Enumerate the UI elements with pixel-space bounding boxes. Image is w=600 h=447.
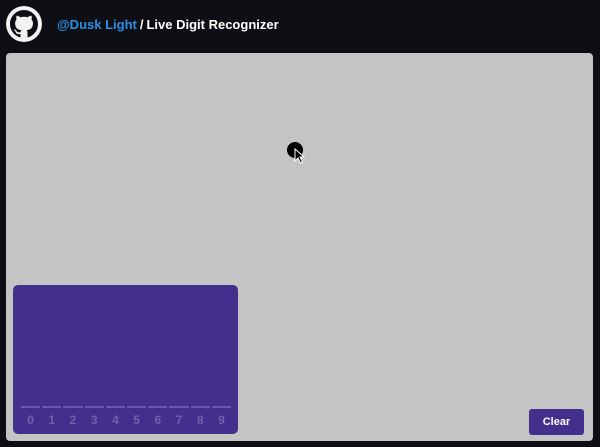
digit-label-2: 2 — [69, 413, 77, 427]
digit-label-6: 6 — [154, 413, 162, 427]
digit-label-4: 4 — [112, 413, 119, 427]
probability-bar-4 — [105, 406, 126, 408]
probability-bar-2 — [63, 406, 83, 408]
title-separator: / — [139, 17, 144, 32]
digit-label-9: 9 — [218, 413, 225, 427]
probability-bar-0 — [21, 406, 41, 408]
github-icon[interactable] — [6, 6, 42, 42]
probability-bars — [21, 406, 232, 408]
digit-label-8: 8 — [196, 413, 204, 427]
user-link[interactable]: @Dusk Light — [57, 17, 137, 32]
mouse-pointer-icon — [294, 148, 306, 164]
digit-label-5: 5 — [133, 413, 140, 427]
prediction-panel: 0 1 2 3 4 5 6 7 8 9 — [13, 285, 238, 434]
digit-label-3: 3 — [90, 413, 98, 427]
probability-bar-6 — [148, 406, 168, 408]
header-bar: @Dusk Light / Live Digit Recognizer — [0, 0, 600, 50]
probability-bar-8 — [190, 406, 210, 408]
drawing-canvas[interactable]: 0 1 2 3 4 5 6 7 8 9 Clear — [6, 53, 593, 441]
digit-label-7: 7 — [175, 413, 183, 427]
app-title: Live Digit Recognizer — [146, 17, 279, 32]
probability-bar-5 — [127, 406, 147, 408]
probability-bar-9 — [211, 406, 232, 408]
digit-labels: 0 1 2 3 4 5 6 7 8 9 — [21, 413, 231, 427]
digit-label-0: 0 — [27, 413, 34, 427]
clear-button[interactable]: Clear — [529, 409, 584, 435]
probability-bar-7 — [169, 406, 189, 408]
probability-bar-1 — [42, 406, 62, 408]
page-title: @Dusk Light / Live Digit Recognizer — [57, 17, 279, 32]
probability-bar-3 — [84, 406, 104, 408]
digit-label-1: 1 — [48, 413, 56, 427]
